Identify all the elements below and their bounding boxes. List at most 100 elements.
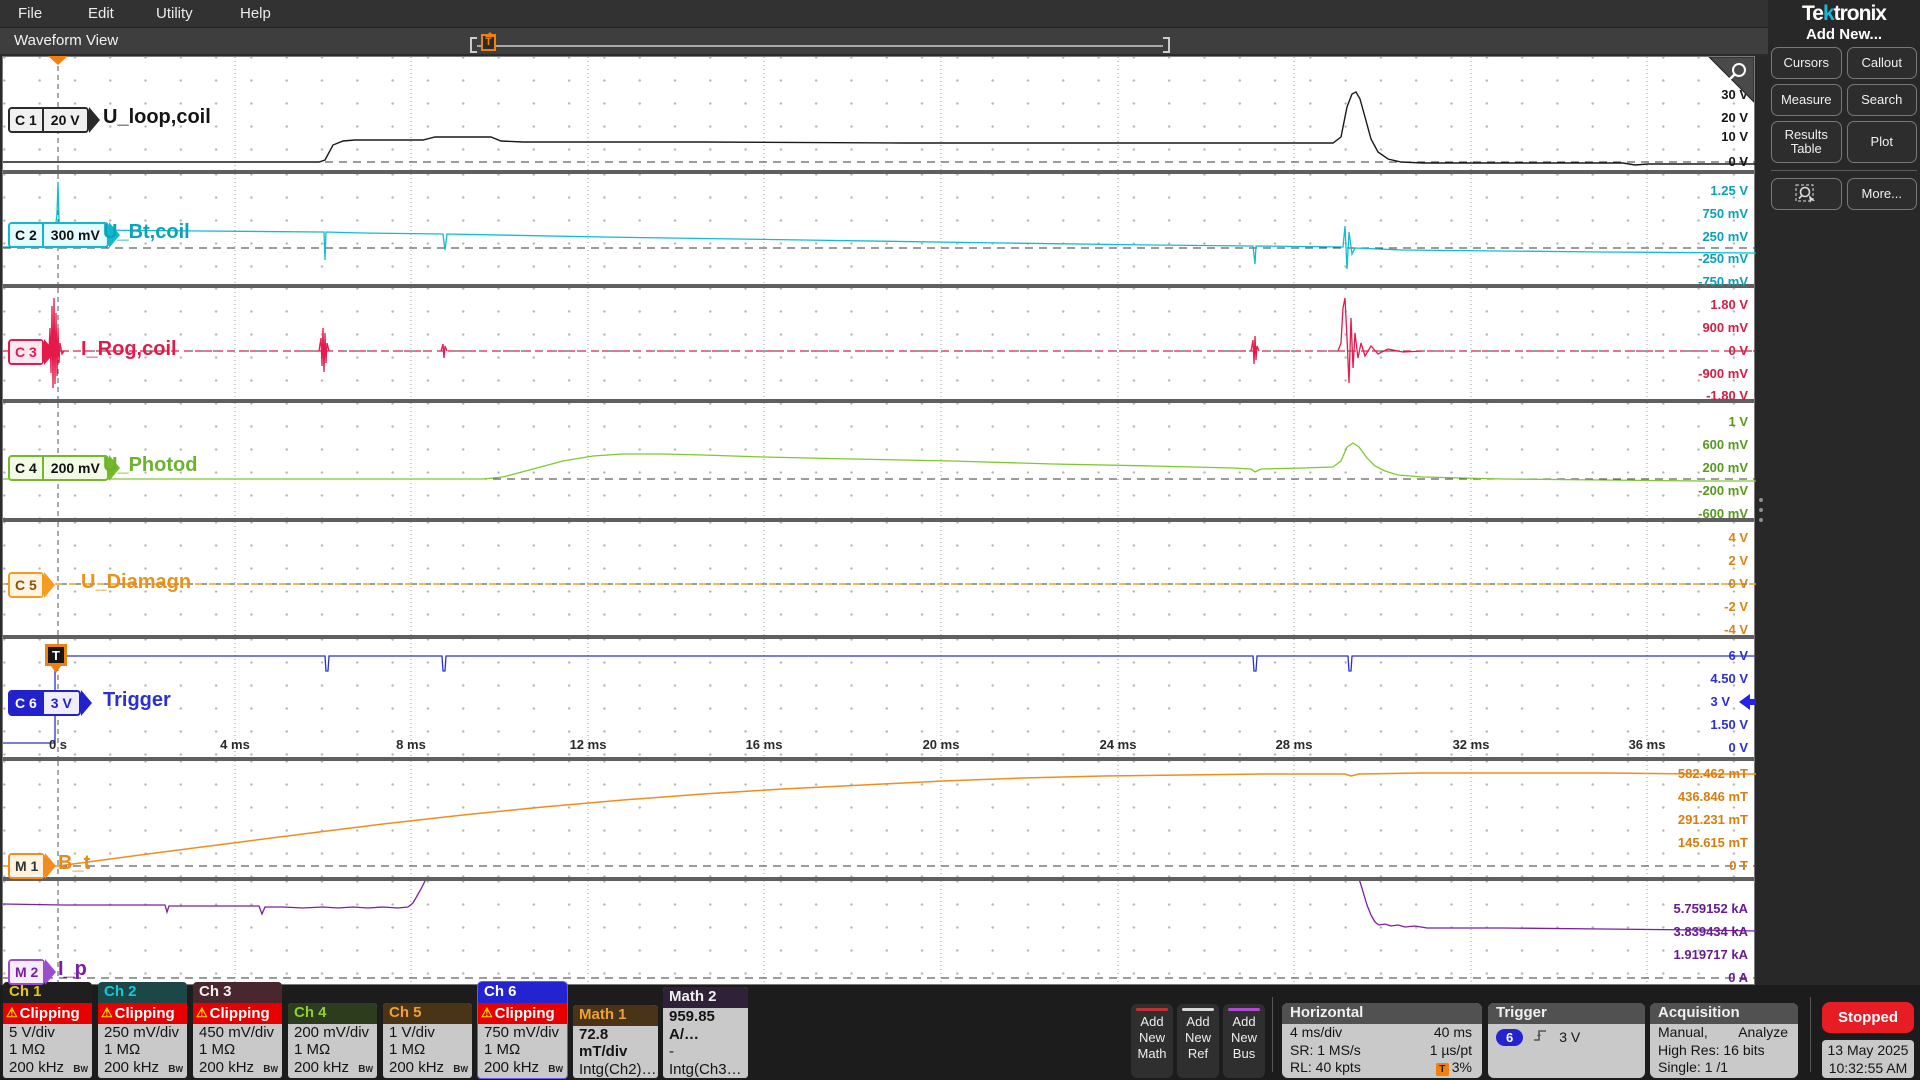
- axis-label: 1.80 V: [1618, 296, 1748, 314]
- channel-1-badge[interactable]: C 1 20 V: [8, 107, 89, 133]
- zoom-select-button[interactable]: [1771, 178, 1842, 210]
- overview-span-line[interactable]: [477, 45, 1163, 47]
- add-new-panel: Add New... Cursors Callout Measure Searc…: [1771, 24, 1917, 210]
- waveform-view[interactable]: 30 V 20 V 10 V 0 V C 1 20 V U_loop,coil …: [2, 56, 1755, 985]
- ch3-settings-badge[interactable]: Ch 3 ⚠Clipping 450 mV/div 1 MΩ 200 kHzBW: [193, 982, 282, 1079]
- trigger-position-marker-icon[interactable]: [48, 56, 68, 65]
- math-1-label[interactable]: B_t: [58, 852, 90, 875]
- axis-label: 0 A: [1618, 969, 1748, 987]
- channel-1-slice[interactable]: 30 V 20 V 10 V 0 V C 1 20 V U_loop,coil: [3, 57, 1754, 170]
- add-new-title: Add New...: [1771, 26, 1917, 43]
- callout-button[interactable]: Callout: [1847, 47, 1918, 79]
- axis-label: 5.759152 kA: [1618, 900, 1748, 918]
- plot-button[interactable]: Plot: [1847, 121, 1918, 163]
- trigger-panel[interactable]: Trigger 6 3 V: [1488, 1003, 1645, 1078]
- measure-button[interactable]: Measure: [1771, 84, 1842, 116]
- math-2-label[interactable]: I_p: [58, 958, 87, 981]
- channel-3-badge[interactable]: C 3: [8, 339, 44, 365]
- axis-label: 3 V: [1600, 693, 1730, 711]
- channel-4-badge[interactable]: C 4 200 mV: [8, 455, 109, 481]
- add-new-ref-button[interactable]: Add New Ref: [1177, 1004, 1219, 1078]
- channel-6-slice[interactable]: 6 V 4.50 V 3 V 1.50 V 0 V T C 6 3 V Trig…: [3, 639, 1754, 757]
- waveform-c5: [3, 522, 1756, 635]
- waveform-c3: [3, 288, 1756, 399]
- ch6-settings-badge[interactable]: Ch 6 ⚠Clipping 750 mV/div 1 MΩ 200 kHzBW: [478, 982, 567, 1079]
- axis-label: 600 mV: [1618, 436, 1748, 454]
- ch4-settings-badge[interactable]: Ch 4 200 mV/div 1 MΩ 200 kHzBW: [288, 1003, 377, 1079]
- panel-splitter-handle[interactable]: [1755, 56, 1768, 985]
- warning-icon: ⚠: [6, 1005, 18, 1021]
- add-new-bus-button[interactable]: Add New Bus: [1223, 1004, 1265, 1078]
- math1-settings-badge[interactable]: Math 1 72.8 mT/div Intg(Ch2)…: [573, 1005, 658, 1079]
- ch5-settings-badge[interactable]: Ch 5 1 V/div 1 MΩ 200 kHzBW: [383, 1003, 472, 1079]
- ch1-clipping-warning: ⚠Clipping: [3, 1003, 92, 1024]
- channel-1-label[interactable]: U_loop,coil: [103, 106, 211, 129]
- date-label: 13 May 2025: [1822, 1041, 1914, 1059]
- channel-6-label[interactable]: Trigger: [103, 689, 171, 712]
- channel-3-slice[interactable]: 1.80 V 900 mV 0 V -900 mV -1.80 V C 3 I_…: [3, 288, 1754, 399]
- math-1-slice[interactable]: 582.462 mT 436.846 mT 291.231 mT 145.615…: [3, 761, 1754, 877]
- ch1-settings-badge[interactable]: Ch 1 ⚠Clipping 5 V/div 1 MΩ 200 kHzBW: [3, 982, 92, 1079]
- add-new-math-button[interactable]: Add New Math: [1131, 1004, 1173, 1078]
- search-button[interactable]: Search: [1847, 84, 1918, 116]
- right-panel: Tektronix Add New... Cursors Callout Mea…: [1768, 0, 1920, 985]
- view-tab-label[interactable]: Waveform View: [14, 32, 118, 49]
- axis-label: 0 V: [1618, 342, 1748, 360]
- math-1-badge[interactable]: M 1: [8, 853, 45, 879]
- ch2-settings-badge[interactable]: Ch 2 ⚠Clipping 250 mV/div 1 MΩ 200 kHzBW: [98, 982, 187, 1079]
- horizontal-panel[interactable]: Horizontal 4 ms/div40 ms SR: 1 MS/s1 µs/…: [1282, 1003, 1482, 1078]
- zoom-corner-icon[interactable]: [1708, 57, 1754, 108]
- time-axis-label: 36 ms: [1617, 737, 1677, 752]
- axis-label: 436.846 mT: [1618, 788, 1748, 806]
- trigger-position-icon: T: [1436, 1063, 1449, 1076]
- math-2-badge[interactable]: M 2: [8, 959, 45, 985]
- bottom-bar: Ch 1 ⚠Clipping 5 V/div 1 MΩ 200 kHzBW Ch…: [0, 985, 1920, 1080]
- channel-2-label[interactable]: U_Bt,coil: [103, 221, 190, 244]
- datetime-display: 13 May 2025 10:32:55 AM: [1822, 1040, 1914, 1078]
- axis-label: 4 V: [1618, 529, 1748, 547]
- channel-2-badge[interactable]: C 2 300 mV: [8, 222, 109, 248]
- axis-label: 2 V: [1618, 552, 1748, 570]
- axis-label: 10 V: [1618, 128, 1748, 146]
- axis-label: 250 mV: [1618, 228, 1748, 246]
- cursors-button[interactable]: Cursors: [1771, 47, 1842, 79]
- results-table-button[interactable]: Results Table: [1771, 121, 1842, 163]
- axis-label: -1.80 V: [1618, 387, 1748, 405]
- axis-label: -900 mV: [1618, 365, 1748, 383]
- waveform-c4: [3, 403, 1756, 518]
- math-2-slice[interactable]: 5.759152 kA 3.839434 kA 1.919717 kA 0 A …: [3, 881, 1754, 986]
- time-axis-label: 24 ms: [1088, 737, 1148, 752]
- axis-label: -250 mV: [1618, 250, 1748, 268]
- bandwidth-badge: BW: [548, 1061, 563, 1079]
- channel-6-badge[interactable]: C 6 3 V: [8, 690, 81, 716]
- axis-label: 291.231 mT: [1618, 811, 1748, 829]
- axis-label: -200 mV: [1618, 482, 1748, 500]
- channel-2-slice[interactable]: 1.25 V 750 mV 250 mV -250 mV -750 mV C 2…: [3, 174, 1754, 284]
- warning-icon: ⚠: [481, 1005, 493, 1021]
- menu-utility[interactable]: Utility: [156, 5, 193, 22]
- menu-file[interactable]: File: [18, 5, 42, 22]
- menu-edit[interactable]: Edit: [88, 5, 114, 22]
- divider: [1272, 997, 1273, 1072]
- channel-3-label[interactable]: I_Rog,coil: [81, 338, 177, 361]
- more-button[interactable]: More...: [1847, 178, 1918, 210]
- view-title-bar: Waveform View T: [0, 27, 1768, 54]
- trigger-source-marker[interactable]: T: [45, 644, 67, 666]
- channel-5-badge[interactable]: C 5: [8, 572, 44, 598]
- channel-5-label[interactable]: U_Diamagn: [81, 571, 191, 594]
- menu-help[interactable]: Help: [240, 5, 271, 22]
- channel-5-slice[interactable]: 4 V 2 V 0 V -2 V -4 V C 5 U_Diamagn: [3, 522, 1754, 635]
- channel-4-slice[interactable]: 1 V 600 mV 200 mV -200 mV -600 mV C 4 20…: [3, 403, 1754, 518]
- time-axis-label: 8 ms: [381, 737, 441, 752]
- ch2-clipping-warning: ⚠Clipping: [98, 1003, 187, 1024]
- acquisition-panel[interactable]: Acquisition Manual,Analyze High Res: 16 …: [1650, 1003, 1798, 1078]
- waveform-m1: [3, 761, 1756, 877]
- time-axis-label: 4 ms: [205, 737, 265, 752]
- warning-icon: ⚠: [196, 1005, 208, 1021]
- channel-4-label[interactable]: U_Photod: [103, 454, 197, 477]
- run-stop-status-button[interactable]: Stopped: [1822, 1002, 1914, 1033]
- math2-settings-badge[interactable]: Math 2 959.85 A/… -Intg(Ch3…: [663, 987, 748, 1078]
- overview-trigger-flag-icon[interactable]: T: [481, 34, 496, 51]
- time-axis-label: 28 ms: [1264, 737, 1324, 752]
- bandwidth-badge: BW: [73, 1061, 88, 1079]
